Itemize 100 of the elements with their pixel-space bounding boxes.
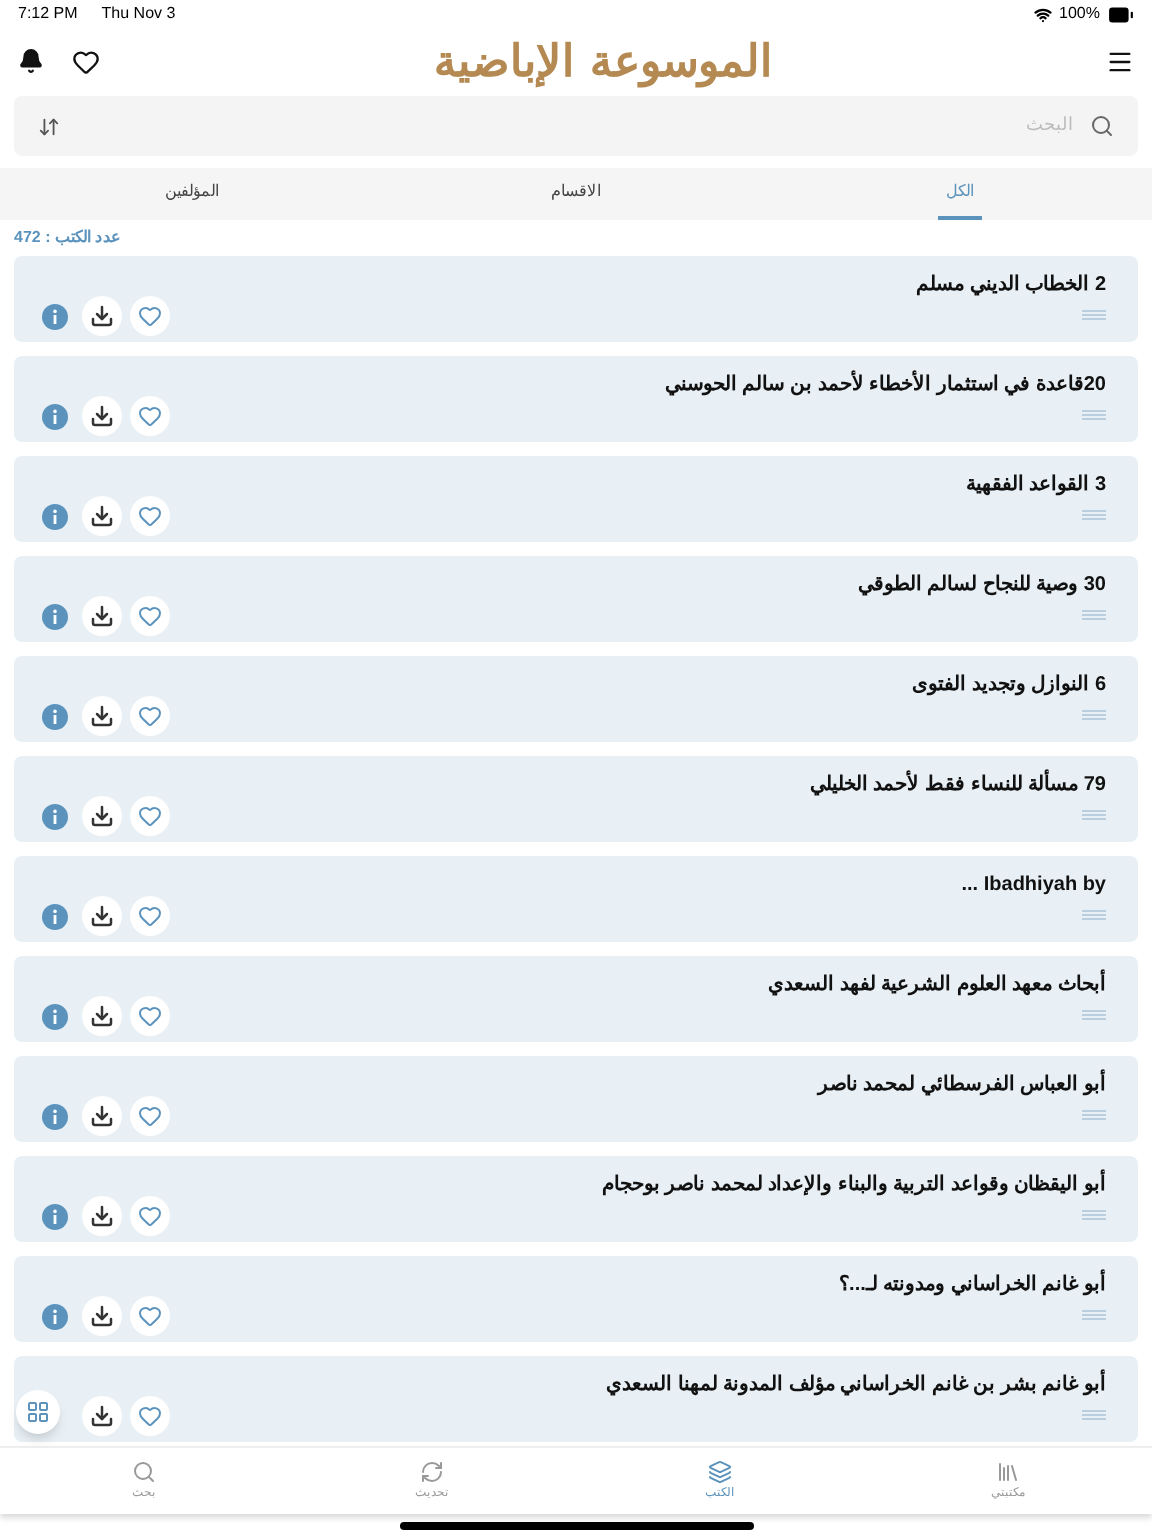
- grid-icon: [26, 1400, 50, 1424]
- lines-icon: [1082, 810, 1106, 820]
- info-icon: [41, 403, 67, 429]
- book-title: 20قاعدة في استثمار الأخطاء لأحمد بن سالم الحوسني: [664, 370, 1106, 400]
- library-icon: [996, 1459, 1020, 1483]
- app-logo: الموسوعة الإباضية: [434, 39, 772, 83]
- status-date: Thu Nov 3: [101, 2, 176, 26]
- info-icon: [41, 1103, 67, 1129]
- battery-icon: [1108, 1, 1134, 27]
- book-card[interactable]: أبو غانم الخراساني ومدونته لـ...؟: [14, 1256, 1138, 1342]
- book-card[interactable]: أبو اليقظان وقواعد التربية والبناء والإعداد لمحمد ناصر بوحجام: [14, 1156, 1138, 1242]
- lines-icon: [1082, 910, 1106, 920]
- download-button[interactable]: [82, 896, 122, 936]
- status-time: 7:12 PM: [18, 2, 78, 26]
- book-card[interactable]: 2 الخطاب الديني مسلم: [14, 256, 1138, 342]
- download-icon: [90, 1304, 114, 1328]
- book-title: 30 وصية للنجاح لسالم الطوقي: [857, 572, 1106, 600]
- book-title: أبو العباس الفرسطائي لمحمد ناصر: [817, 1070, 1106, 1100]
- download-button[interactable]: [82, 796, 122, 836]
- bell-icon[interactable]: [18, 48, 44, 74]
- book-count: عدد الكتب : 472: [14, 226, 122, 250]
- menu-icon[interactable]: [1105, 47, 1134, 75]
- book-card[interactable]: 3 القواعد الفقهية: [14, 456, 1138, 542]
- heart-icon: [138, 604, 162, 628]
- download-icon: [90, 1104, 114, 1128]
- book-card[interactable]: أبو العباس الفرسطائي لمحمد ناصر: [14, 1056, 1138, 1142]
- sort-icon[interactable]: [38, 115, 60, 137]
- lines-icon: [1082, 1210, 1106, 1220]
- lines-icon: [1082, 510, 1106, 520]
- book-title: أبو اليقظان وقواعد التربية والبناء والإعداد لمحمد ناصر بوحجام: [601, 1170, 1106, 1200]
- download-button[interactable]: [82, 1196, 122, 1236]
- lines-icon: [1082, 1410, 1106, 1420]
- info-icon: [41, 703, 67, 729]
- download-button[interactable]: [82, 996, 122, 1036]
- book-title: Ibadhiyah by ...: [961, 872, 1106, 900]
- info-icon: [41, 803, 67, 829]
- heart-icon: [138, 1004, 162, 1028]
- download-icon: [90, 404, 114, 428]
- download-button[interactable]: [82, 496, 122, 536]
- info-icon: [41, 1003, 67, 1029]
- download-button[interactable]: [82, 1296, 122, 1336]
- search-icon: [132, 1459, 156, 1483]
- download-icon: [90, 804, 114, 828]
- heart-icon: [138, 904, 162, 928]
- download-icon: [90, 1204, 114, 1228]
- battery-level: 100%: [1059, 2, 1100, 26]
- book-title: 79 مسألة للنساء فقط لأحمد الخليلي: [809, 770, 1106, 800]
- book-title: 3 القواعد الفقهية: [965, 472, 1106, 500]
- heart-icon: [138, 1304, 162, 1328]
- search-input[interactable]: البحث: [994, 112, 1074, 140]
- info-icon: [41, 1303, 67, 1329]
- lines-icon: [1082, 410, 1106, 420]
- heart-icon: [138, 1104, 162, 1128]
- download-button[interactable]: [82, 296, 122, 336]
- lines-icon: [1082, 710, 1106, 720]
- info-icon: [41, 1203, 67, 1229]
- book-title: 2 الخطاب الديني مسلم: [916, 272, 1106, 300]
- heart-icon: [138, 404, 162, 428]
- heart-icon: [138, 504, 162, 528]
- download-button[interactable]: [82, 696, 122, 736]
- tab[interactable]: الاقسام: [543, 168, 609, 220]
- info-icon: [41, 503, 67, 529]
- lines-icon: [1082, 1310, 1106, 1320]
- heart-icon[interactable]: [72, 47, 100, 75]
- download-icon: [90, 604, 114, 628]
- book-card[interactable]: أبو غانم بشر بن غانم الخراساني مؤلف المدونة لمهنا السعدي: [14, 1356, 1138, 1442]
- lines-icon: [1082, 610, 1106, 620]
- download-icon: [90, 904, 114, 928]
- download-icon: [90, 1404, 114, 1428]
- book-title: أبو غانم بشر بن غانم الخراساني مؤلف المدونة لمهنا السعدي: [605, 1370, 1106, 1400]
- book-card[interactable]: 30 وصية للنجاح لسالم الطوقي: [14, 556, 1138, 642]
- book-card[interactable]: Ibadhiyah by ...: [14, 856, 1138, 942]
- refresh-icon: [420, 1459, 444, 1483]
- download-button[interactable]: [82, 1096, 122, 1136]
- book-card[interactable]: 20قاعدة في استثمار الأخطاء لأحمد بن سالم الحوسني: [14, 356, 1138, 442]
- download-icon: [90, 704, 114, 728]
- search-field[interactable]: البحث: [14, 96, 1138, 156]
- books-icon: [708, 1459, 732, 1483]
- download-button[interactable]: [82, 396, 122, 436]
- lines-icon: [1082, 310, 1106, 320]
- lines-icon: [1082, 1010, 1106, 1020]
- book-title: أبحاث معهد العلوم الشرعية لفهد السعدي: [768, 970, 1106, 1000]
- search-icon: [1090, 114, 1114, 138]
- book-title: 6 النوازل وتجديد الفتوى: [912, 672, 1106, 700]
- download-icon: [90, 304, 114, 328]
- download-icon: [90, 1004, 114, 1028]
- book-card[interactable]: 79 مسألة للنساء فقط لأحمد الخليلي: [14, 756, 1138, 842]
- download-button[interactable]: [82, 1396, 122, 1436]
- book-card[interactable]: أبحاث معهد العلوم الشرعية لفهد السعدي: [14, 956, 1138, 1042]
- heart-icon: [138, 704, 162, 728]
- book-card[interactable]: 6 النوازل وتجديد الفتوى: [14, 656, 1138, 742]
- info-icon: [41, 303, 67, 329]
- book-title: أبو غانم الخراساني ومدونته لـ...؟: [839, 1270, 1106, 1300]
- info-icon: [41, 603, 67, 629]
- info-icon: [41, 903, 67, 929]
- heart-icon: [138, 1204, 162, 1228]
- heart-icon: [138, 1404, 162, 1428]
- download-button[interactable]: [82, 596, 122, 636]
- heart-icon: [138, 304, 162, 328]
- tab[interactable]: المؤلفين: [157, 168, 227, 220]
